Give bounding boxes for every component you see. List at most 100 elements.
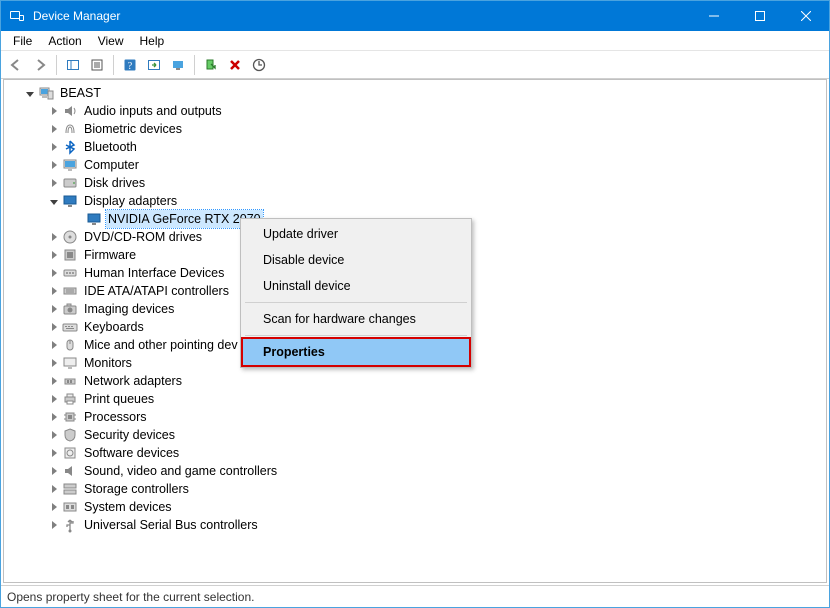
tree-category[interactable]: Display adapters bbox=[8, 192, 826, 210]
expander-icon[interactable] bbox=[46, 193, 62, 209]
disk-icon bbox=[62, 175, 78, 191]
back-button[interactable] bbox=[5, 54, 27, 76]
menu-separator bbox=[245, 335, 467, 336]
expander-icon[interactable] bbox=[46, 391, 62, 407]
tree-category-label: Universal Serial Bus controllers bbox=[82, 516, 260, 534]
expander-icon[interactable] bbox=[46, 175, 62, 191]
tree-category[interactable]: Universal Serial Bus controllers bbox=[8, 516, 826, 534]
menu-separator bbox=[245, 302, 467, 303]
expander-icon[interactable] bbox=[46, 103, 62, 119]
tree-root[interactable]: BEAST bbox=[8, 84, 826, 102]
sound-icon bbox=[62, 463, 78, 479]
expander-icon[interactable] bbox=[46, 445, 62, 461]
menu-help[interactable]: Help bbox=[132, 32, 173, 50]
keyboard-icon bbox=[62, 319, 78, 335]
tree-category-label: Bluetooth bbox=[82, 138, 139, 156]
expander-icon[interactable] bbox=[46, 319, 62, 335]
expander-icon[interactable] bbox=[46, 139, 62, 155]
menu-update-driver[interactable]: Update driver bbox=[243, 221, 469, 247]
expander-icon[interactable] bbox=[46, 409, 62, 425]
tree-category-label: Firmware bbox=[82, 246, 138, 264]
show-hide-tree-button[interactable] bbox=[62, 54, 84, 76]
expander-icon[interactable] bbox=[46, 121, 62, 137]
tree-category-label: DVD/CD-ROM drives bbox=[82, 228, 204, 246]
tree-category[interactable]: Print queues bbox=[8, 390, 826, 408]
tree-root-label: BEAST bbox=[58, 84, 103, 102]
expander-icon[interactable] bbox=[46, 229, 62, 245]
tree-category-label: IDE ATA/ATAPI controllers bbox=[82, 282, 231, 300]
expander-icon[interactable] bbox=[46, 427, 62, 443]
menu-view[interactable]: View bbox=[90, 32, 132, 50]
firmware-icon bbox=[62, 247, 78, 263]
context-menu: Update driver Disable device Uninstall d… bbox=[240, 218, 472, 368]
tree-category[interactable]: Computer bbox=[8, 156, 826, 174]
maximize-button[interactable] bbox=[737, 1, 783, 31]
toolbar-separator bbox=[56, 55, 57, 75]
menu-scan-hardware[interactable]: Scan for hardware changes bbox=[243, 306, 469, 332]
tree-category[interactable]: Sound, video and game controllers bbox=[8, 462, 826, 480]
tree-category[interactable]: Storage controllers bbox=[8, 480, 826, 498]
expander-icon[interactable] bbox=[46, 373, 62, 389]
window-title: Device Manager bbox=[33, 9, 691, 23]
expander-icon[interactable] bbox=[46, 463, 62, 479]
toolbar-separator bbox=[113, 55, 114, 75]
menu-uninstall-device[interactable]: Uninstall device bbox=[243, 273, 469, 299]
software-icon bbox=[62, 445, 78, 461]
tree-category[interactable]: System devices bbox=[8, 498, 826, 516]
tree-category[interactable]: Bluetooth bbox=[8, 138, 826, 156]
expander-icon[interactable] bbox=[46, 499, 62, 515]
help-button[interactable]: ? bbox=[119, 54, 141, 76]
tree-category-label: Monitors bbox=[82, 354, 134, 372]
statusbar: Opens property sheet for the current sel… bbox=[1, 585, 829, 607]
uninstall-device-button[interactable] bbox=[224, 54, 246, 76]
expander-icon[interactable] bbox=[22, 85, 38, 101]
menu-disable-device[interactable]: Disable device bbox=[243, 247, 469, 273]
camera-icon bbox=[62, 301, 78, 317]
toolbar-separator bbox=[194, 55, 195, 75]
expander-icon[interactable] bbox=[46, 337, 62, 353]
menu-action[interactable]: Action bbox=[40, 32, 89, 50]
expander-icon[interactable] bbox=[46, 355, 62, 371]
tree-category[interactable]: Processors bbox=[8, 408, 826, 426]
tree-category[interactable]: Network adapters bbox=[8, 372, 826, 390]
expander-icon[interactable] bbox=[46, 265, 62, 281]
system-icon bbox=[62, 499, 78, 515]
titlebar: Device Manager bbox=[1, 1, 829, 31]
tree-category-label: Storage controllers bbox=[82, 480, 191, 498]
tree-category-label: Biometric devices bbox=[82, 120, 184, 138]
svg-text:?: ? bbox=[128, 61, 133, 72]
tree-category-label: Processors bbox=[82, 408, 149, 426]
menu-file[interactable]: File bbox=[5, 32, 40, 50]
expander-icon[interactable] bbox=[46, 247, 62, 263]
tree-category-label: Human Interface Devices bbox=[82, 264, 226, 282]
expander-icon[interactable] bbox=[46, 283, 62, 299]
close-button[interactable] bbox=[783, 1, 829, 31]
expander-icon[interactable] bbox=[46, 157, 62, 173]
menu-properties[interactable]: Properties bbox=[241, 337, 471, 367]
tree-category-label: System devices bbox=[82, 498, 174, 516]
tree-category-label: Imaging devices bbox=[82, 300, 176, 318]
tree-category-label: Keyboards bbox=[82, 318, 146, 336]
forward-button[interactable] bbox=[29, 54, 51, 76]
enable-device-button[interactable] bbox=[200, 54, 222, 76]
properties-button[interactable] bbox=[86, 54, 108, 76]
tree-category-label: Sound, video and game controllers bbox=[82, 462, 279, 480]
tree-category-label: Audio inputs and outputs bbox=[82, 102, 224, 120]
update-driver-button[interactable] bbox=[248, 54, 270, 76]
optical-icon bbox=[62, 229, 78, 245]
tree-category-label: Software devices bbox=[82, 444, 181, 462]
expander-icon[interactable] bbox=[46, 301, 62, 317]
tree-category[interactable]: Security devices bbox=[8, 426, 826, 444]
tree-category[interactable]: Audio inputs and outputs bbox=[8, 102, 826, 120]
minimize-button[interactable] bbox=[691, 1, 737, 31]
display-icon bbox=[86, 211, 102, 227]
computer-icon bbox=[62, 157, 78, 173]
expander-icon[interactable] bbox=[46, 517, 62, 533]
action-button[interactable] bbox=[143, 54, 165, 76]
tree-category[interactable]: Software devices bbox=[8, 444, 826, 462]
tree-category[interactable]: Biometric devices bbox=[8, 120, 826, 138]
scan-hardware-button[interactable] bbox=[167, 54, 189, 76]
monitor-icon bbox=[62, 355, 78, 371]
expander-icon[interactable] bbox=[46, 481, 62, 497]
tree-category[interactable]: Disk drives bbox=[8, 174, 826, 192]
